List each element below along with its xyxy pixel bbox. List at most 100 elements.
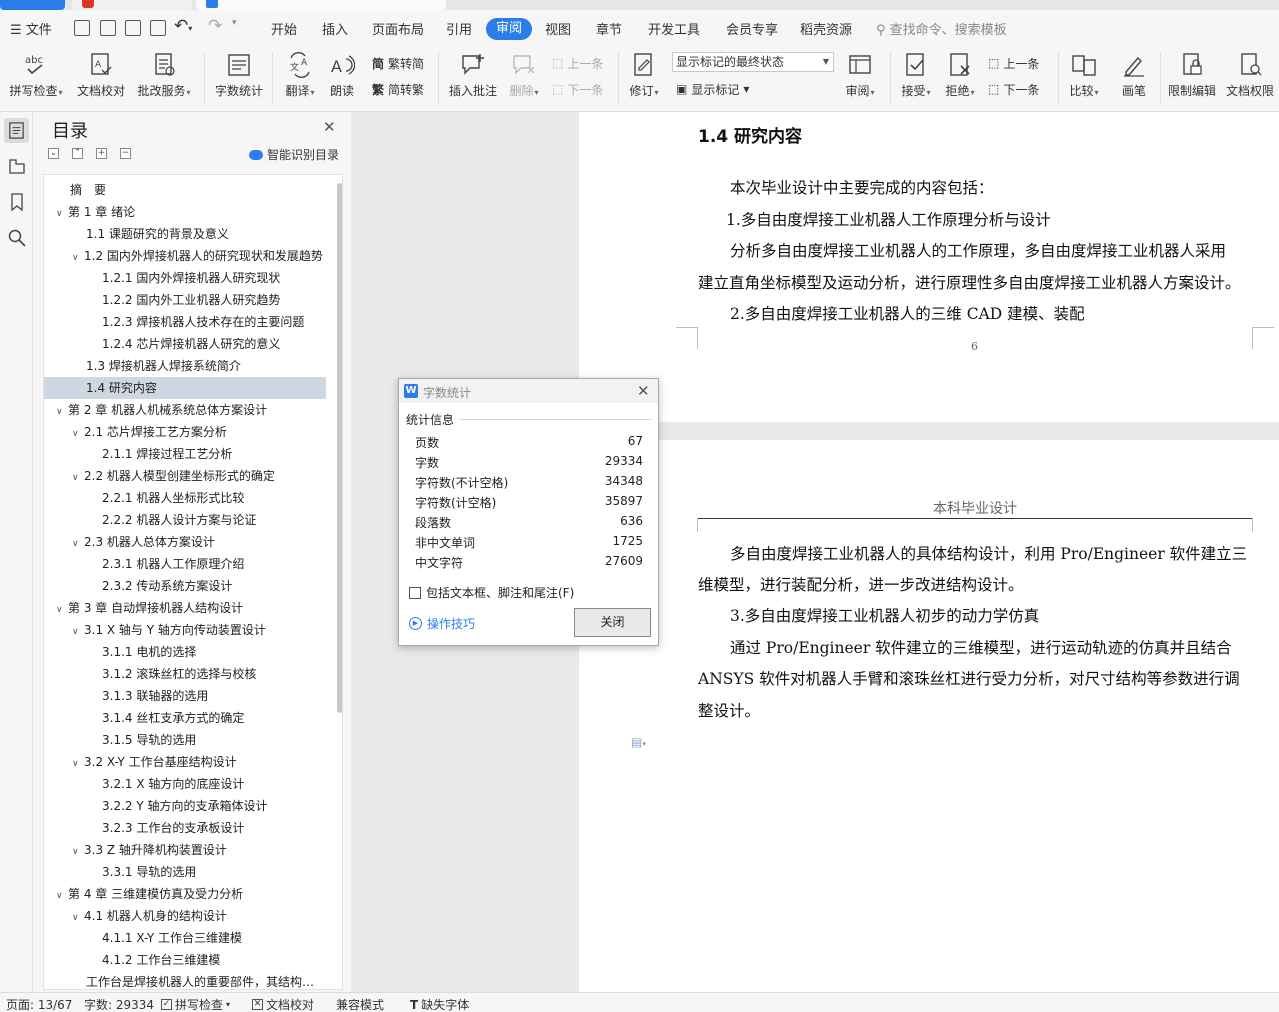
toc-item[interactable]: ∨ 3.3 Z 轴升降机构装置设计 [44, 839, 326, 861]
accept-button[interactable]: 接受▾ [896, 50, 936, 106]
save-icon[interactable] [74, 20, 90, 36]
pen-button[interactable]: 画笔 [1116, 50, 1152, 106]
tab-page-layout[interactable]: 页面布局 [372, 19, 424, 38]
print-preview-icon[interactable] [150, 20, 166, 36]
proofread-toggle[interactable]: ✕ 文档校对 [252, 996, 314, 1012]
word-count-button[interactable]: 字数统计 [212, 50, 266, 106]
toc-item[interactable]: 1.3 焊接机器人焊接系统简介 [44, 355, 326, 377]
toc-item[interactable]: ∨ 2.2 机器人模型创建坐标形式的确定 [44, 465, 326, 487]
spell-check-toggle[interactable]: ✓ 拼写检查 ▾ [161, 996, 230, 1012]
toc-item[interactable]: 2.2.2 机器人设计方案与论证 [44, 509, 326, 531]
tab-developer[interactable]: 开发工具 [648, 19, 700, 38]
show-markup-button[interactable]: ▣ 显示标记 ▾ [676, 79, 749, 99]
simp-to-trad-button[interactable]: 繁简转繁 [372, 79, 424, 99]
toc-item[interactable]: 4.1.2 工作台三维建模 [44, 949, 326, 971]
missing-font-button[interactable]: T 缺失字体 [410, 996, 469, 1012]
restrict-edit-button[interactable]: 限制编辑 [1166, 50, 1218, 106]
toc-item[interactable]: 1.2.4 芯片焊接机器人研究的意义 [44, 333, 326, 355]
chevron-down-icon[interactable]: ∨ [72, 533, 84, 553]
toc-item[interactable]: 3.1.1 电机的选择 [44, 641, 326, 663]
chevron-down-icon[interactable]: ∨ [56, 599, 68, 619]
close-button[interactable]: 关闭 [574, 608, 651, 637]
toc-item[interactable]: 3.2.3 工作台的支承板设计 [44, 817, 326, 839]
next-comment-button[interactable]: ⬚ 下一条 [552, 79, 603, 99]
toc-item[interactable]: 1.4 研究内容 [44, 377, 326, 399]
tab-references[interactable]: 引用 [446, 19, 472, 38]
toc-item[interactable]: 摘 要 [44, 179, 326, 201]
toc-item[interactable]: ∨ 第 3 章 自动焊接机器人结构设计 [44, 597, 326, 619]
batch-service-button[interactable]: 批改服务▾ [134, 50, 194, 106]
tab-start[interactable]: 开始 [271, 19, 297, 38]
reject-button[interactable]: 拒绝▾ [940, 50, 980, 106]
toc-item[interactable]: 4.1.1 X-Y 工作台三维建模 [44, 927, 326, 949]
toc-scrollbar[interactable] [337, 183, 342, 713]
tab-wps-logo[interactable] [72, 0, 192, 10]
chevron-down-icon[interactable]: ∨ [72, 467, 84, 487]
paste-options-icon[interactable]: ▤▾ [631, 735, 653, 751]
smart-identify-toc-button[interactable]: 智能识别目录 [249, 146, 339, 163]
toc-item[interactable]: 1.2.1 国内外焊接机器人研究现状 [44, 267, 326, 289]
toc-item[interactable]: 2.3.1 机器人工作原理介绍 [44, 553, 326, 575]
bookmark-icon[interactable] [7, 192, 27, 212]
compare-button[interactable]: 比较▾ [1064, 50, 1104, 106]
search-box[interactable]: ⚲ 查找命令、搜索模板 [876, 19, 1007, 38]
toc-item[interactable]: 2.3.2 传动系统方案设计 [44, 575, 326, 597]
spell-check-button[interactable]: abc 拼写检查▾ [6, 50, 66, 106]
chevron-down-icon[interactable]: ∨ [56, 885, 68, 905]
track-changes-button[interactable]: 修订▾ [624, 50, 664, 106]
search-icon[interactable] [7, 228, 27, 248]
word-count-indicator[interactable]: 字数: 29334 [84, 996, 154, 1012]
toc-item[interactable]: ∨ 3.1 X 轴与 Y 轴方向传动装置设计 [44, 619, 326, 641]
next-change-button[interactable]: ⬚ 下一条 [988, 79, 1039, 99]
remove-heading-icon[interactable]: − [120, 148, 131, 159]
tab-member[interactable]: 会员专享 [726, 19, 778, 38]
toc-item[interactable]: ∨ 3.2 X-Y 工作台基座结构设计 [44, 751, 326, 773]
quick-access-more-icon[interactable]: ▾ [232, 18, 237, 28]
toc-item[interactable]: 3.1.5 导轨的选用 [44, 729, 326, 751]
export-pdf-icon[interactable] [100, 20, 116, 36]
toc-item[interactable]: 工作台是焊接机器人的重要部件，其结构设计直接影响 [44, 971, 326, 989]
toc-item[interactable]: 3.1.3 联轴器的选用 [44, 685, 326, 707]
toc-item[interactable]: 3.3.1 导轨的选用 [44, 861, 326, 883]
toc-item[interactable]: 1.2.3 焊接机器人技术存在的主要问题 [44, 311, 326, 333]
toc-item[interactable]: 3.1.2 滚珠丝杠的选择与校核 [44, 663, 326, 685]
toc-item[interactable]: 2.1.1 焊接过程工艺分析 [44, 443, 326, 465]
tips-link[interactable]: ▶ 操作技巧 [409, 615, 475, 632]
toc-item[interactable]: ∨ 第 4 章 三维建模仿真及受力分析 [44, 883, 326, 905]
toc-item[interactable]: 1.1 课题研究的背景及意义 [44, 223, 326, 245]
toc-item[interactable]: ∨ 2.3 机器人总体方案设计 [44, 531, 326, 553]
toc-item[interactable]: 1.2.2 国内外工业机器人研究趋势 [44, 289, 326, 311]
chevron-down-icon[interactable]: ∨ [72, 621, 84, 641]
chevron-down-icon[interactable]: ∨ [56, 401, 68, 421]
add-heading-icon[interactable]: + [96, 148, 107, 159]
include-textbox-checkbox[interactable]: 包括文本框、脚注和尾注(F) [409, 584, 574, 601]
toc-item[interactable]: 3.2.2 Y 轴方向的支承箱体设计 [44, 795, 326, 817]
doc-proofread-button[interactable]: A 文档校对 [74, 50, 128, 106]
tab-document[interactable] [196, 0, 446, 10]
dialog-titlebar[interactable]: W 字数统计 ✕ [399, 379, 658, 403]
prev-comment-button[interactable]: ⬚ 上一条 [552, 53, 603, 73]
tab-docer[interactable]: 稻壳资源 [800, 19, 852, 38]
selection-pane-icon[interactable] [7, 156, 27, 176]
page-indicator[interactable]: 页面: 13/67 [6, 996, 72, 1012]
toc-item[interactable]: ∨ 第 1 章 绪论 [44, 201, 326, 223]
delete-comment-button[interactable]: 删除▾ [504, 50, 544, 106]
chevron-down-icon[interactable]: ∨ [72, 423, 84, 443]
chevron-down-icon[interactable]: ∨ [72, 907, 84, 927]
doc-permission-button[interactable]: 文档权限 [1224, 50, 1276, 106]
tab-home[interactable] [0, 0, 65, 10]
toc-nav-button[interactable] [4, 118, 29, 143]
tab-view[interactable]: 视图 [545, 19, 571, 38]
collapse-all-icon[interactable]: ⌃ [72, 148, 83, 159]
file-menu[interactable]: ☰ 文件 [10, 19, 52, 38]
toc-item[interactable]: 3.1.4 丝杠支承方式的确定 [44, 707, 326, 729]
tab-chapter[interactable]: 章节 [596, 19, 622, 38]
tab-review[interactable]: 审阅 [486, 18, 533, 40]
toc-item[interactable]: 2.2.1 机器人坐标形式比较 [44, 487, 326, 509]
toc-item[interactable]: ∨ 1.2 国内外焊接机器人的研究现状和发展趋势 [44, 245, 326, 267]
checkbox-box[interactable] [409, 586, 421, 599]
review-pane-button[interactable]: 审阅▾ [840, 50, 880, 106]
toc-item[interactable]: ∨ 4.1 机器人机身的结构设计 [44, 905, 326, 927]
chevron-down-icon[interactable]: ∨ [56, 203, 68, 223]
tab-insert[interactable]: 插入 [322, 19, 348, 38]
